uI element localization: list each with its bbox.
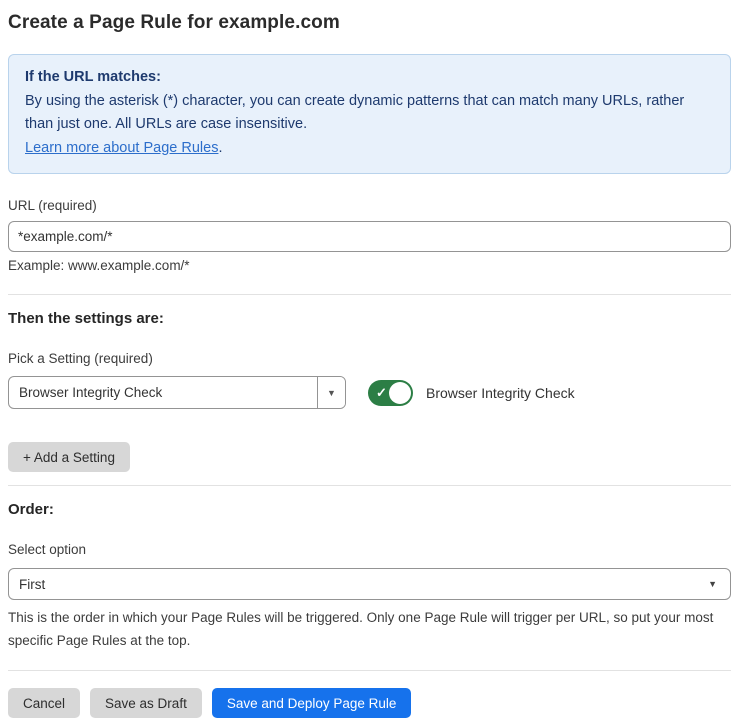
chevron-down-icon[interactable]: ▼ [317, 377, 345, 408]
url-match-info-box: If the URL matches: By using the asteris… [8, 54, 731, 174]
pick-setting-label: Pick a Setting (required) [8, 351, 731, 366]
info-box-body: By using the asterisk (*) character, you… [25, 90, 714, 137]
setting-toggle-label: Browser Integrity Check [426, 385, 575, 401]
save-as-draft-button[interactable]: Save as Draft [90, 688, 202, 718]
settings-section-heading: Then the settings are: [8, 310, 731, 327]
divider [8, 670, 731, 671]
check-icon: ✓ [376, 386, 387, 399]
order-section-heading: Order: [8, 501, 731, 518]
info-box-heading: If the URL matches: [25, 66, 714, 90]
action-button-row: Cancel Save as Draft Save and Deploy Pag… [8, 688, 731, 718]
page-rule-form: Create a Page Rule for example.com If th… [0, 0, 750, 720]
chevron-down-icon: ▼ [708, 579, 717, 589]
order-select[interactable]: First ▼ [8, 568, 731, 600]
order-helper-text: This is the order in which your Page Rul… [8, 606, 723, 652]
setting-toggle[interactable]: ✓ [368, 380, 413, 406]
divider [8, 294, 731, 295]
toggle-knob [389, 382, 411, 404]
setting-dropdown[interactable]: Browser Integrity Check ▼ [8, 376, 346, 409]
setting-row: Browser Integrity Check ▼ ✓ Browser Inte… [8, 376, 731, 409]
divider [8, 485, 731, 486]
page-title: Create a Page Rule for example.com [8, 12, 731, 34]
url-label: URL (required) [8, 198, 731, 213]
order-select-value: First [19, 577, 45, 592]
cancel-button[interactable]: Cancel [8, 688, 80, 718]
url-example-helper: Example: www.example.com/* [8, 258, 731, 273]
link-suffix: . [218, 140, 222, 156]
setting-dropdown-value: Browser Integrity Check [9, 377, 317, 408]
save-and-deploy-button[interactable]: Save and Deploy Page Rule [212, 688, 412, 718]
add-setting-button[interactable]: + Add a Setting [8, 442, 130, 472]
learn-more-link[interactable]: Learn more about Page Rules [25, 140, 218, 156]
url-input[interactable] [8, 221, 731, 252]
info-box-link-line: Learn more about Page Rules. [25, 137, 714, 161]
select-option-label: Select option [8, 542, 731, 557]
